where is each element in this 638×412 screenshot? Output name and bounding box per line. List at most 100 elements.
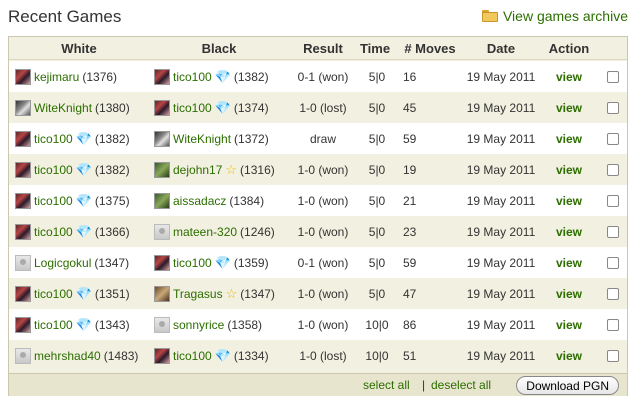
star-icon: ☆: [225, 162, 238, 177]
player-name-link[interactable]: tico100: [173, 256, 212, 270]
footer-separator: |: [422, 378, 426, 392]
view-archive-label: View games archive: [502, 8, 628, 24]
diamond-icon: 💎: [75, 193, 92, 208]
player-name-link[interactable]: tico100: [34, 287, 73, 301]
select-game-checkbox-cell: [607, 278, 619, 309]
diamond-icon: 💎: [214, 255, 231, 270]
player-name-link[interactable]: mehrshad40: [34, 349, 101, 363]
date-cell: 19 May 2011: [466, 162, 536, 177]
table-header: White Black Result Time # Moves Date Act…: [9, 37, 627, 60]
player-rating: (1380): [95, 100, 130, 115]
player-name-link[interactable]: WiteKnight: [173, 132, 231, 146]
player-name-link[interactable]: sonnyrice: [173, 318, 224, 332]
star-icon: ☆: [225, 286, 238, 301]
result-cell: 1-0 (won): [297, 193, 349, 208]
column-moves: # Moves: [404, 40, 456, 56]
select-game-checkbox[interactable]: [607, 318, 619, 331]
avatar[interactable]: [15, 68, 31, 85]
avatar[interactable]: [15, 316, 31, 333]
view-game-link[interactable]: view: [547, 61, 591, 92]
diamond-icon: 💎: [75, 224, 92, 239]
player-name-link[interactable]: Tragasus: [173, 287, 223, 301]
diamond-icon: 💎: [214, 348, 231, 363]
player-name-link[interactable]: dejohn17: [173, 163, 222, 177]
select-game-checkbox[interactable]: [607, 287, 619, 300]
view-archive-link[interactable]: View games archive: [481, 8, 628, 24]
download-pgn-button[interactable]: Download PGN: [516, 376, 619, 395]
avatar[interactable]: [15, 161, 31, 178]
select-game-checkbox[interactable]: [607, 349, 619, 362]
white-player-cell: Logicgokul (1347): [15, 247, 129, 278]
avatar[interactable]: [15, 99, 31, 116]
player-name-link[interactable]: tico100: [173, 349, 212, 363]
avatar[interactable]: [15, 223, 31, 240]
player-name-link[interactable]: tico100: [173, 70, 212, 84]
time-cell: 5|0: [368, 162, 386, 177]
player-name-link[interactable]: WiteKnight: [34, 101, 92, 115]
black-player-cell: aissadacz (1384): [154, 185, 264, 216]
player-name-link[interactable]: tico100: [34, 132, 73, 146]
select-game-checkbox[interactable]: [607, 163, 619, 176]
player-name-link[interactable]: tico100: [34, 194, 73, 208]
date-cell: 19 May 2011: [466, 348, 536, 363]
view-game-link[interactable]: view: [547, 278, 591, 309]
view-game-link[interactable]: view: [547, 154, 591, 185]
select-game-checkbox[interactable]: [607, 70, 619, 83]
black-player-cell: dejohn17 ☆ (1316): [154, 154, 275, 185]
player-rating: (1366): [94, 224, 130, 239]
avatar[interactable]: [15, 347, 31, 364]
avatar[interactable]: [154, 192, 170, 209]
select-game-checkbox[interactable]: [607, 194, 619, 207]
time-cell: 10|0: [365, 348, 389, 363]
select-all-link[interactable]: select all: [363, 378, 410, 392]
view-game-link[interactable]: view: [547, 185, 591, 216]
select-game-checkbox[interactable]: [607, 256, 619, 269]
avatar[interactable]: [15, 285, 31, 302]
avatar[interactable]: [15, 254, 31, 271]
avatar[interactable]: [15, 192, 31, 209]
white-player-cell: tico100 💎 (1366): [15, 216, 130, 247]
select-game-checkbox[interactable]: [607, 225, 619, 238]
moves-cell: 51: [403, 348, 417, 363]
black-player-cell: mateen-320 (1246): [154, 216, 275, 247]
avatar[interactable]: [15, 130, 31, 147]
select-game-checkbox[interactable]: [607, 101, 619, 114]
player-rating: (1246): [240, 224, 275, 239]
avatar[interactable]: [154, 161, 170, 178]
result-cell: 1-0 (lost): [299, 100, 347, 115]
player-name-link[interactable]: mateen-320: [173, 225, 237, 239]
view-game-link[interactable]: view: [547, 216, 591, 247]
select-game-checkbox-cell: [607, 185, 619, 216]
player-name-link[interactable]: tico100: [173, 101, 212, 115]
view-game-link[interactable]: view: [547, 92, 591, 123]
player-name-link[interactable]: tico100: [34, 163, 73, 177]
time-cell: 5|0: [368, 286, 386, 301]
table-row: kejimaru (1376) tico100 💎 (1382) 0-1 (wo…: [9, 61, 627, 92]
time-cell: 5|0: [368, 193, 386, 208]
player-name-link[interactable]: tico100: [34, 225, 73, 239]
player-name-link[interactable]: Logicgokul: [34, 256, 91, 270]
avatar[interactable]: [154, 347, 170, 364]
date-cell: 19 May 2011: [466, 193, 536, 208]
avatar[interactable]: [154, 223, 170, 240]
select-game-checkbox[interactable]: [607, 132, 619, 145]
view-game-link[interactable]: view: [547, 247, 591, 278]
white-player-cell: tico100 💎 (1343): [15, 309, 130, 340]
deselect-all-link[interactable]: deselect all: [431, 378, 491, 392]
black-player-cell: sonnyrice (1358): [154, 309, 262, 340]
player-name-link[interactable]: kejimaru: [34, 70, 79, 84]
avatar[interactable]: [154, 254, 170, 271]
avatar[interactable]: [154, 285, 170, 302]
view-game-link[interactable]: view: [547, 309, 591, 340]
avatar[interactable]: [154, 316, 170, 333]
player-name-link[interactable]: tico100: [34, 318, 73, 332]
avatar[interactable]: [154, 68, 170, 85]
folder-icon: [481, 10, 498, 22]
avatar[interactable]: [154, 99, 170, 116]
moves-cell: 47: [403, 286, 417, 301]
view-game-link[interactable]: view: [547, 340, 591, 371]
player-name-link[interactable]: aissadacz: [173, 194, 226, 208]
avatar[interactable]: [154, 130, 170, 147]
view-game-link[interactable]: view: [547, 123, 591, 154]
diamond-icon: 💎: [214, 69, 231, 84]
